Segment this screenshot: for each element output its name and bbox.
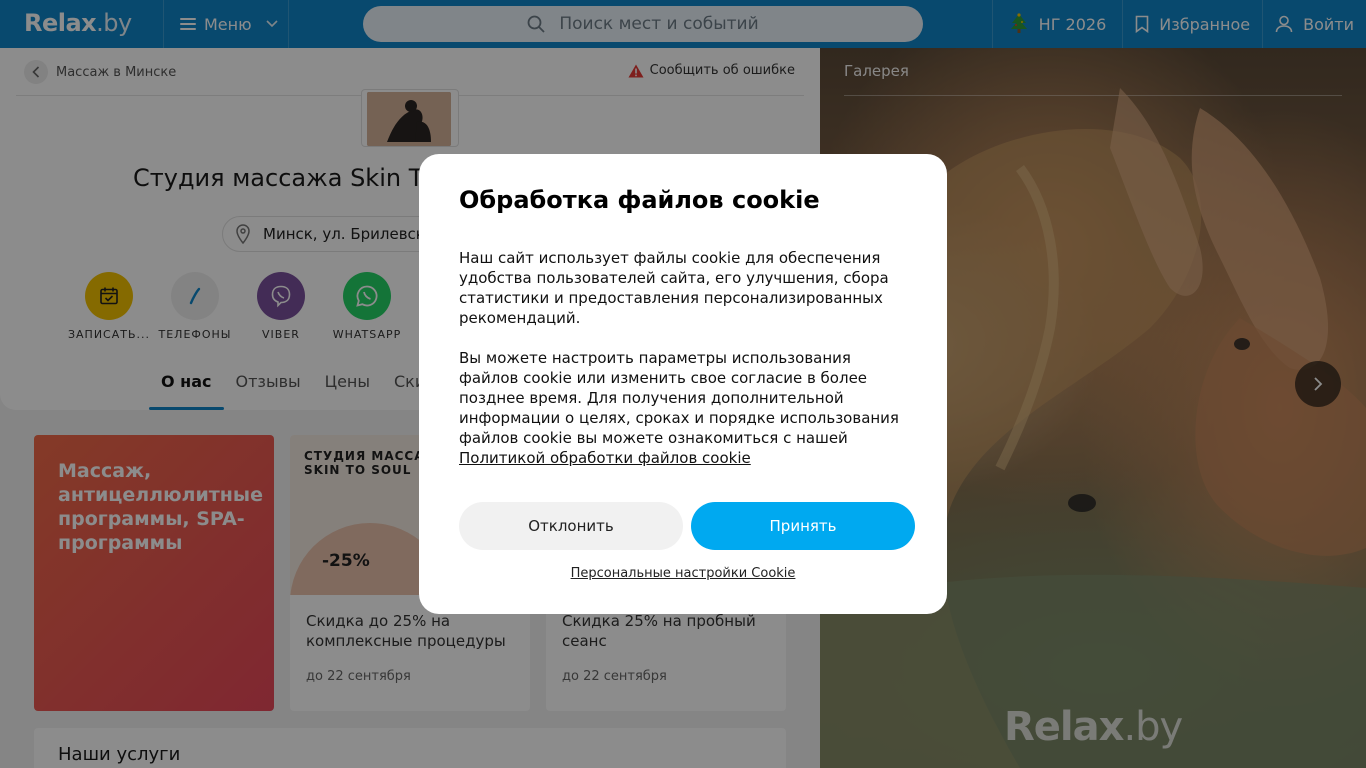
cookie-title: Обработка файлов cookie — [459, 186, 820, 214]
cookie-text-1: Наш сайт использует файлы cookie для обе… — [459, 249, 889, 327]
cookie-text-2: Вы можете настроить параметры использова… — [459, 348, 907, 468]
cookie-text-2-body: Вы можете настроить параметры использова… — [459, 349, 899, 447]
cookie-policy-link[interactable]: Политикой обработки файлов cookie — [459, 449, 751, 467]
cookie-buttons: Отклонить Принять — [459, 502, 915, 550]
accept-button[interactable]: Принять — [691, 502, 915, 550]
cookie-dialog: Обработка файлов cookie Наш сайт использ… — [419, 154, 947, 614]
cookie-settings-link[interactable]: Персональные настройки Cookie — [419, 566, 947, 581]
decline-button[interactable]: Отклонить — [459, 502, 683, 550]
